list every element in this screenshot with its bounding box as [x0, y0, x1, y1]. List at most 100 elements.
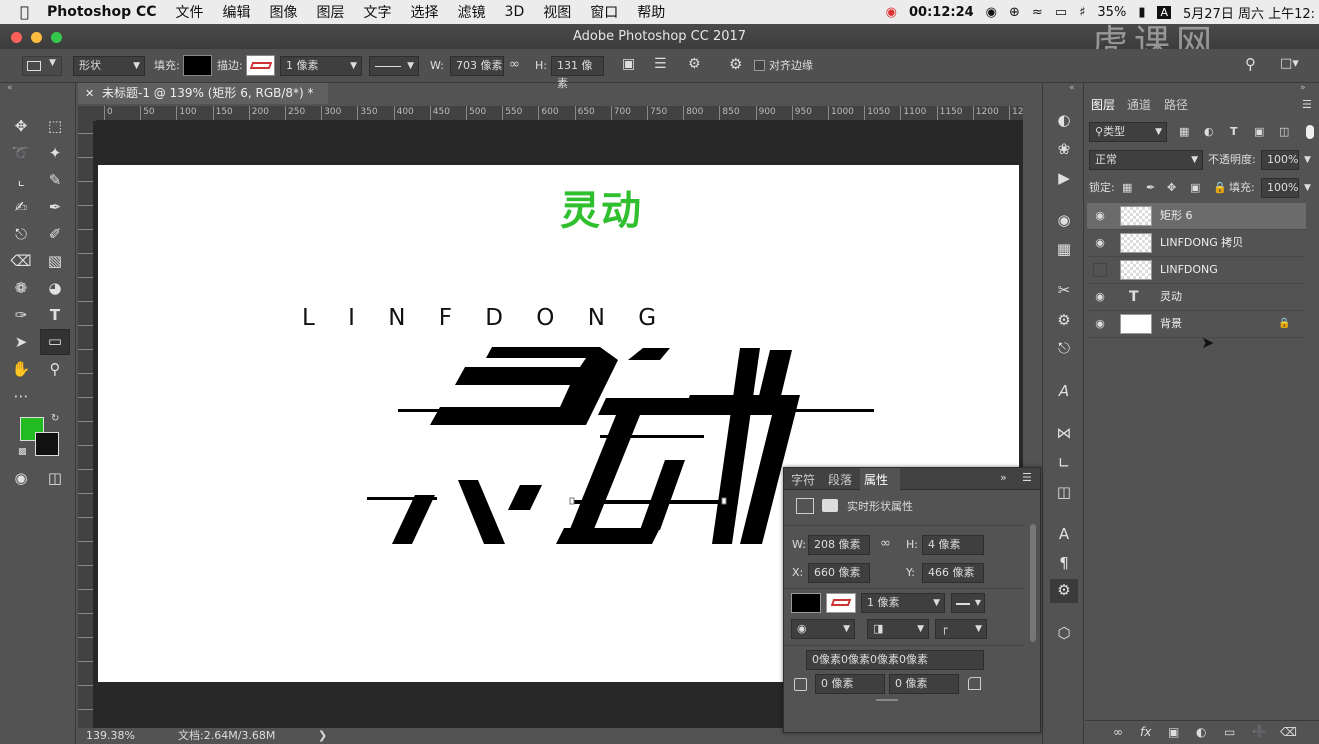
prop-y-field[interactable]: 466 像素 [922, 563, 984, 583]
character-panel-icon[interactable]: A [1052, 523, 1076, 545]
eye-icon[interactable]: ◉ [1093, 236, 1107, 250]
lock-position-icon[interactable]: ✥ [1167, 178, 1176, 198]
paragraph-panel-icon[interactable]: ¶ [1052, 552, 1076, 574]
dodge-tool-icon[interactable]: ◕ [43, 277, 67, 299]
airplay-icon[interactable]: ▭ [1055, 5, 1067, 20]
stroke-swatch[interactable] [246, 55, 275, 76]
layer-row[interactable]: LINFDONG [1087, 257, 1306, 284]
path-operations-icon[interactable]: ▣ [622, 54, 635, 74]
tab-character[interactable]: 字符 [791, 471, 815, 488]
corner-link-checkbox[interactable] [794, 678, 807, 691]
lock-pixels-icon[interactable]: ✒ [1146, 178, 1155, 198]
filter-toggle[interactable] [1306, 125, 1314, 139]
app-menu[interactable]: Photoshop CC [47, 4, 157, 20]
history-brush-tool-icon[interactable]: ✐ [43, 223, 67, 245]
tab-paths[interactable]: 路径 [1164, 94, 1188, 116]
stroke-align-select[interactable]: ◉ ▼ [791, 619, 855, 639]
lock-transparency-icon[interactable]: ▦ [1122, 178, 1132, 198]
clone-source-icon[interactable]: ⎋ [1052, 337, 1076, 359]
tab-layers[interactable]: 图层 [1091, 94, 1115, 116]
brush-presets-icon[interactable]: ❀ [1052, 138, 1076, 160]
layer-row[interactable]: ◉ T 灵动 [1087, 284, 1306, 311]
stroke-type-select[interactable]: ▼ [369, 56, 419, 76]
eye-icon[interactable]: ◉ [1093, 290, 1107, 304]
new-layer-icon[interactable]: ➕ [1252, 725, 1267, 739]
chevron-down-icon[interactable]: ▼ [1304, 150, 1311, 170]
menu-file[interactable]: 文件 [176, 2, 204, 22]
eye-icon[interactable]: ◉ [1093, 209, 1107, 223]
document-tab[interactable]: ✕ 未标题-1 @ 139% (矩形 6, RGB/8*) * [78, 83, 328, 104]
zoom-readout[interactable]: 139.38% [86, 728, 135, 744]
corner-radius-summary[interactable]: 0像素0像素0像素0像素 [806, 650, 984, 670]
expand-panel-icon[interactable]: » [1000, 471, 1007, 484]
stroke-caps-select[interactable]: ◨ ▼ [867, 619, 929, 639]
mask-icon[interactable] [822, 499, 838, 512]
link-layers-icon[interactable]: ∞ [1113, 725, 1123, 739]
workspace-icon[interactable]: □▾ [1280, 54, 1299, 74]
gradient-tool-icon[interactable]: ▧ [43, 250, 67, 272]
opacity-field[interactable]: 100% [1261, 150, 1299, 170]
prop-stroke-type-select[interactable]: ▼ [951, 593, 985, 613]
link-icon[interactable]: ∞ [880, 534, 891, 554]
properties-panel-icon[interactable]: ⚙ [1050, 579, 1078, 603]
filter-smart-object-icon[interactable]: ◫ [1279, 122, 1289, 142]
zoom-tool-icon[interactable]: ⚲ [43, 358, 67, 380]
swap-colors-icon[interactable]: ↻ [51, 413, 59, 424]
minimize-window-button[interactable] [31, 32, 42, 43]
stroke-corners-select[interactable]: ┌ ▼ [935, 619, 987, 639]
tool-mode-select[interactable]: 形状 ▼ [73, 56, 145, 76]
layer-row[interactable]: ◉ LINFDONG 拷贝 [1087, 230, 1306, 257]
tab-paragraph[interactable]: 段落 [828, 471, 852, 488]
record-icon[interactable]: ◉ [886, 5, 897, 20]
corner-shape-icon[interactable] [968, 677, 981, 690]
layer-row[interactable]: ◉ 矩形 6 [1087, 203, 1306, 230]
input-method-icon[interactable]: A [1157, 5, 1171, 19]
color-panel-icon[interactable]: ◉ [1052, 209, 1076, 231]
filter-adjustment-icon[interactable]: ◐ [1204, 122, 1214, 142]
menu-edit[interactable]: 编辑 [223, 2, 251, 22]
menu-select[interactable]: 选择 [411, 2, 439, 22]
healing-brush-tool-icon[interactable]: ✍ [9, 196, 33, 218]
wifi-icon[interactable]: ≈ [1032, 5, 1043, 20]
search-icon[interactable]: ⚲ [1245, 54, 1256, 74]
pen-tool-icon[interactable]: ✑ [9, 304, 33, 326]
prop-height-field[interactable]: 4 像素 [922, 535, 984, 555]
fx-icon[interactable]: fx [1140, 725, 1151, 739]
swatches-panel-icon[interactable]: ▦ [1052, 238, 1076, 260]
path-selection-tool-icon[interactable]: ➤ [9, 331, 33, 353]
fill-field[interactable]: 100% [1261, 178, 1299, 198]
trash-icon[interactable]: ⌫ [1280, 725, 1297, 739]
stroke-width-field[interactable]: 1 像素 ▼ [280, 56, 362, 76]
adjustments-panel-icon[interactable]: ⚙ [1052, 309, 1076, 331]
brush-tool-icon[interactable]: ✒ [43, 196, 67, 218]
panel-resize-handle[interactable] [876, 699, 898, 701]
rectangle-tool-icon[interactable]: ▭ [40, 329, 70, 355]
selected-rectangle-6[interactable] [572, 500, 724, 504]
info-panel-icon[interactable]: ◫ [1052, 481, 1076, 503]
tab-channels[interactable]: 通道 [1127, 94, 1151, 116]
prop-stroke-width-field[interactable]: 1 像素 ▼ [861, 593, 945, 613]
menu-filter[interactable]: 滤镜 [458, 2, 486, 22]
menu-type[interactable]: 文字 [364, 2, 392, 22]
quick-mask-icon[interactable]: ◉ [9, 467, 33, 489]
default-colors-icon[interactable]: ▩ [18, 447, 27, 457]
tool-preset-picker[interactable]: ▼ [22, 56, 62, 76]
filter-type-icon[interactable]: T [1230, 122, 1238, 142]
new-group-icon[interactable]: ▭ [1224, 725, 1235, 739]
background-color-swatch[interactable] [35, 432, 59, 456]
apple-icon[interactable]:  [20, 3, 29, 21]
lock-all-icon[interactable]: 🔒 [1213, 178, 1227, 198]
height-field[interactable]: 131 像素 [551, 56, 604, 90]
eraser-tool-icon[interactable]: ⌫ [9, 250, 33, 272]
glyphs-panel-icon[interactable]: A [1052, 380, 1076, 402]
history-panel-icon[interactable]: ◐ [1052, 109, 1076, 131]
scrollbar[interactable] [1030, 524, 1036, 642]
lock-artboard-icon[interactable]: ▣ [1190, 178, 1200, 198]
sync-icon[interactable]: ⊕ [1009, 5, 1020, 20]
type-tool-icon[interactable]: T [43, 304, 67, 326]
prop-fill-swatch[interactable] [791, 593, 821, 613]
measurement-icon[interactable]: ∟ [1052, 452, 1076, 474]
dock-collapse-icon[interactable]: « [1069, 83, 1075, 93]
menu-layer[interactable]: 图层 [317, 2, 345, 22]
wechat-icon[interactable]: ◉ [986, 5, 997, 20]
